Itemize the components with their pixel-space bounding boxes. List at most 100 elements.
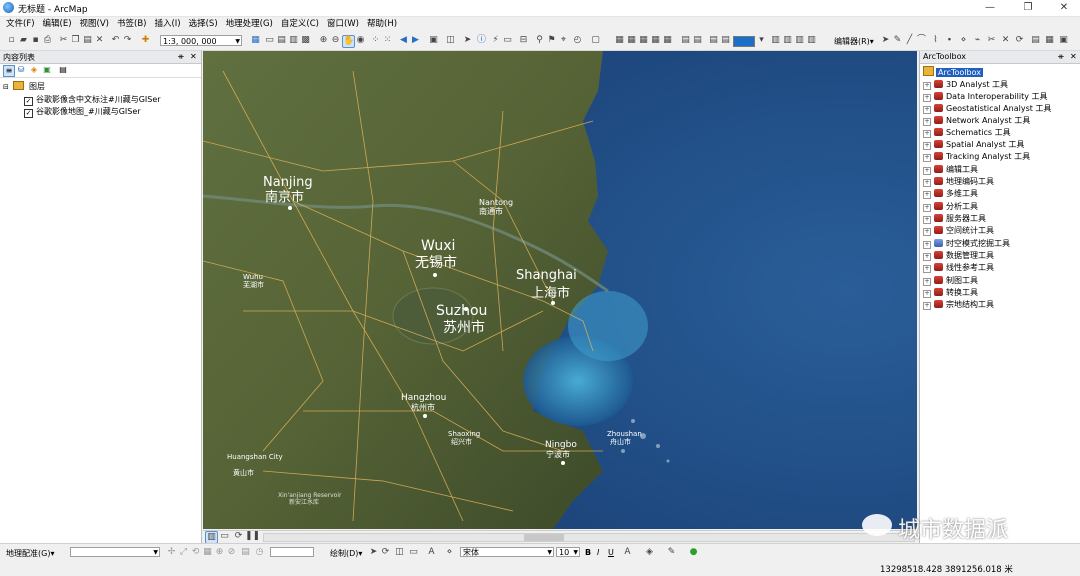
toolbox-item[interactable]: + 地理编码工具 bbox=[923, 176, 994, 188]
new-document-icon[interactable]: ▫ bbox=[6, 35, 17, 46]
find-route-icon[interactable]: ⚑ bbox=[546, 35, 557, 46]
toolbox-item[interactable]: + 数据管理工具 bbox=[923, 250, 994, 262]
zoom-in-icon[interactable]: ⊕ bbox=[318, 35, 329, 46]
toolbox-item[interactable]: + Schematics 工具 bbox=[923, 127, 1011, 139]
point-icon[interactable]: ∙ bbox=[944, 35, 955, 46]
toolbox-item[interactable]: + 时空模式挖掘工具 bbox=[923, 238, 1010, 250]
measure-icon[interactable]: ⊟ bbox=[518, 35, 529, 46]
layer-item[interactable]: ✓ 谷歌影像地图_#川藏与GISer bbox=[24, 106, 141, 118]
reshape-icon[interactable]: ⌁ bbox=[972, 35, 983, 46]
georef-tool-5-icon[interactable]: ▦ bbox=[662, 35, 673, 46]
edit-vertices-icon[interactable]: ⋄ bbox=[444, 547, 455, 558]
toc-options-icon[interactable]: ▤ bbox=[58, 65, 68, 75]
end-point-arc-icon[interactable]: ⌒ bbox=[916, 35, 927, 46]
georef-input[interactable] bbox=[270, 547, 314, 557]
expand-icon[interactable]: + bbox=[923, 154, 931, 162]
georef-tool-d-icon[interactable]: ▦ bbox=[202, 547, 213, 558]
split-icon[interactable]: ✕ bbox=[1000, 35, 1011, 46]
georef-tool-4-icon[interactable]: ▦ bbox=[650, 35, 661, 46]
layer-visibility-checkbox[interactable]: ✓ bbox=[24, 97, 33, 106]
undo-icon[interactable]: ↶ bbox=[110, 35, 121, 46]
list-by-drawing-order-icon[interactable]: ≡ bbox=[3, 65, 15, 77]
sketch-properties-icon[interactable]: ▦ bbox=[1044, 35, 1055, 46]
marker-color-icon[interactable]: ● bbox=[688, 547, 699, 558]
toolbox-item[interactable]: + 空间统计工具 bbox=[923, 225, 994, 237]
pan-icon[interactable]: ✋ bbox=[342, 35, 355, 48]
delete-icon[interactable]: ✕ bbox=[94, 35, 105, 46]
expand-icon[interactable]: + bbox=[923, 179, 931, 187]
expand-icon[interactable]: + bbox=[923, 241, 931, 249]
expand-icon[interactable]: + bbox=[923, 265, 931, 273]
expand-icon[interactable]: + bbox=[923, 106, 931, 114]
select-features-icon[interactable]: ▣ bbox=[428, 35, 439, 46]
menu-bookmarks[interactable]: 书签(B) bbox=[113, 17, 150, 32]
rotate-icon[interactable]: ⟳ bbox=[1014, 35, 1025, 46]
create-features-icon[interactable]: ▣ bbox=[1058, 35, 1069, 46]
expand-icon[interactable]: + bbox=[923, 167, 931, 175]
toolbox-item[interactable]: +3D Analyst 工具 bbox=[923, 79, 1008, 91]
italic-button[interactable]: I bbox=[597, 548, 599, 557]
font-size-select[interactable]: 10 ▼ bbox=[556, 547, 580, 557]
arctoolbox-close-icon[interactable]: ✕ bbox=[1070, 52, 1077, 61]
edit-tool-icon[interactable]: ➤ bbox=[880, 35, 891, 46]
georef-tool-g-icon[interactable]: ▤ bbox=[240, 547, 251, 558]
cut-icon[interactable]: ✂ bbox=[58, 35, 69, 46]
table-tool-1-icon[interactable]: ▥ bbox=[770, 35, 781, 46]
copy-icon[interactable]: ❐ bbox=[70, 35, 81, 46]
rectangle-icon[interactable]: ▭ bbox=[408, 547, 419, 558]
expand-icon[interactable]: + bbox=[923, 191, 931, 199]
text-icon[interactable]: A bbox=[426, 547, 437, 558]
search-window-icon[interactable]: ▥ bbox=[288, 35, 299, 46]
georef-tool-c-icon[interactable]: ⟲ bbox=[190, 547, 201, 558]
html-popup-icon[interactable]: ▭ bbox=[502, 35, 513, 46]
georef-tool-1-icon[interactable]: ▦ bbox=[614, 35, 625, 46]
toolbox-item[interactable]: + Data Interoperability 工具 bbox=[923, 91, 1048, 103]
expand-icon[interactable]: + bbox=[923, 94, 931, 102]
fixed-zoom-out-icon[interactable]: ⁙ bbox=[382, 35, 393, 46]
layers-group[interactable]: ⊟ 图层 bbox=[3, 81, 45, 93]
full-extent-icon[interactable]: ◉ bbox=[355, 35, 366, 46]
expand-icon[interactable]: + bbox=[923, 118, 931, 126]
print-icon[interactable]: ⎙ bbox=[42, 35, 53, 46]
back-extent-icon[interactable]: ◀ bbox=[398, 35, 409, 46]
menu-edit[interactable]: 编辑(E) bbox=[39, 17, 76, 32]
paste-icon[interactable]: ▤ bbox=[82, 35, 93, 46]
underline-button[interactable]: U bbox=[608, 548, 614, 557]
toolbox-item[interactable]: + 宗地结构工具 bbox=[923, 299, 994, 311]
table-tool-2-icon[interactable]: ▥ bbox=[782, 35, 793, 46]
satellite-map[interactable]: Nanjing 南京市 Wuxi 无锡市 Shanghai 上海市 Suzhou… bbox=[203, 51, 917, 529]
trace-icon[interactable]: ⌇ bbox=[930, 35, 941, 46]
select-elements-icon[interactable]: ➤ bbox=[368, 547, 379, 558]
expand-icon[interactable]: + bbox=[923, 253, 931, 261]
menu-insert[interactable]: 插入(I) bbox=[150, 17, 184, 32]
layout-tool-2-icon[interactable]: ▤ bbox=[692, 35, 703, 46]
menu-file[interactable]: 文件(F) bbox=[2, 17, 39, 32]
color-dropdown-icon[interactable]: ▾ bbox=[756, 35, 767, 46]
edit-vertices-icon[interactable]: ⋄ bbox=[958, 35, 969, 46]
refresh-icon[interactable]: ⟳ bbox=[233, 531, 244, 542]
layout-tool-4-icon[interactable]: ▤ bbox=[720, 35, 731, 46]
minimize-button[interactable]: — bbox=[972, 0, 1008, 16]
toolbox-item[interactable]: + 转换工具 bbox=[923, 287, 978, 299]
toolbox-item[interactable]: + 制图工具 bbox=[923, 275, 978, 287]
straight-segment-icon[interactable]: ╱ bbox=[904, 35, 915, 46]
georef-tool-h-icon[interactable]: ◷ bbox=[254, 547, 265, 558]
expand-icon[interactable]: + bbox=[923, 302, 931, 310]
map-scale-select[interactable]: 1:3, 000, 000 ▼ bbox=[160, 35, 242, 46]
expand-icon[interactable]: + bbox=[923, 216, 931, 224]
catalog-icon[interactable]: ▤ bbox=[276, 35, 287, 46]
expand-icon[interactable]: + bbox=[923, 204, 931, 212]
menu-help[interactable]: 帮助(H) bbox=[363, 17, 401, 32]
menu-geoprocessing[interactable]: 地理处理(G) bbox=[222, 17, 277, 32]
expand-icon[interactable]: + bbox=[923, 130, 931, 138]
go-to-xy-icon[interactable]: ⌖ bbox=[558, 35, 569, 46]
horizontal-scrollbar[interactable] bbox=[263, 533, 915, 542]
find-icon[interactable]: ⚲ bbox=[534, 35, 545, 46]
open-folder-icon[interactable]: ▰ bbox=[18, 35, 29, 46]
collapse-icon[interactable]: ⊟ bbox=[3, 83, 9, 91]
toolbox-item[interactable]: + 服务器工具 bbox=[923, 213, 986, 225]
arctoolbox-icon[interactable]: ▩ bbox=[300, 35, 311, 46]
toolbox-item[interactable]: + Tracking Analyst 工具 bbox=[923, 151, 1030, 163]
toolbox-item[interactable]: + 编辑工具 bbox=[923, 164, 978, 176]
editor-toolbar-icon[interactable]: ▦ bbox=[250, 35, 261, 46]
